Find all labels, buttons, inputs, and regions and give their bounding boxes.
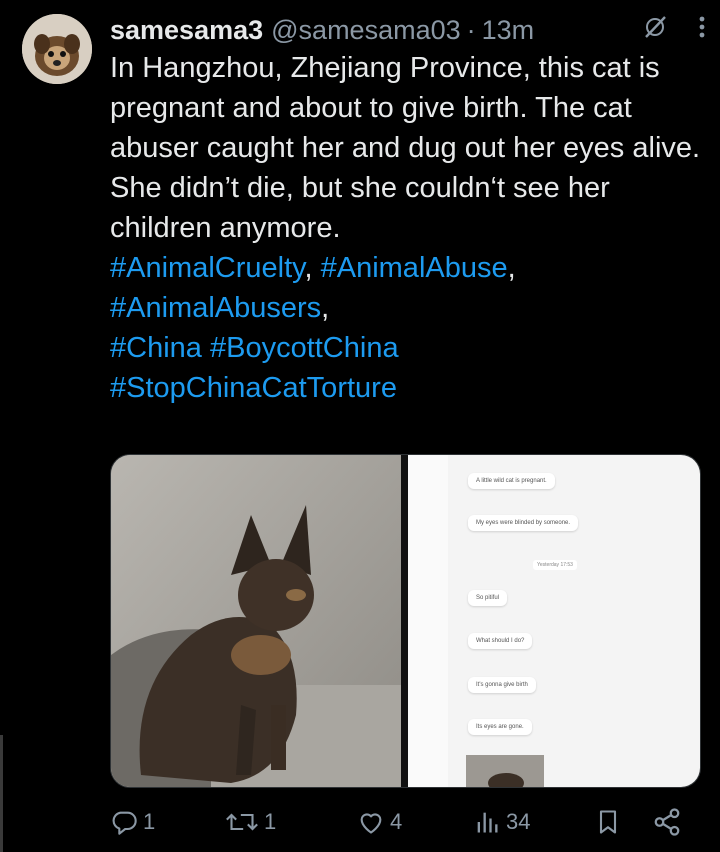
hashtag-comma: , <box>321 292 330 324</box>
hashtag-line-2: #AnimalAbusers, <box>110 288 710 328</box>
hashtag-line-4: #StopChinaCatTorture <box>110 368 710 408</box>
user-handle[interactable]: @samesama03 <box>271 15 461 46</box>
share-button[interactable] <box>652 802 682 842</box>
scrollbar-track <box>0 735 3 852</box>
like-button[interactable]: 4 <box>357 802 402 842</box>
chat-bubble: What should I do? <box>468 633 533 649</box>
hashtag-animal-abuse[interactable]: #AnimalAbuse <box>321 252 508 284</box>
chat-bubble: Its eyes are gone. <box>468 719 532 735</box>
tweet-paragraph-2: She didn’t die, but she couldn‘t see her… <box>110 172 610 244</box>
hashtag-comma: , <box>304 252 313 284</box>
hashtag-china[interactable]: #China <box>110 332 202 364</box>
views-button[interactable]: 34 <box>473 802 530 842</box>
chat-bubble: My eyes were blinded by someone. <box>468 515 579 531</box>
bookmark-icon <box>599 810 617 834</box>
hashtag-line-3: #China #BoycottChina <box>110 328 710 368</box>
grok-icon[interactable] <box>642 14 668 40</box>
share-icon <box>654 808 680 836</box>
display-name[interactable]: samesama3 <box>110 15 263 46</box>
avatar-dog-image <box>22 14 92 84</box>
timestamp[interactable]: 13m <box>482 15 535 46</box>
chat-bubble: A little wild cat is pregnant. <box>468 473 555 489</box>
bookmark-button[interactable] <box>594 802 622 842</box>
cat-image <box>111 455 401 787</box>
hashtag-animal-cruelty[interactable]: #AnimalCruelty <box>110 252 304 284</box>
repost-button[interactable]: 1 <box>225 802 276 842</box>
views-icon <box>477 812 498 833</box>
hashtag-boycott-china[interactable]: #BoycottChina <box>210 332 399 364</box>
hashtag-stop-china-cat-torture[interactable]: #StopChinaCatTorture <box>110 372 397 404</box>
reply-count: 1 <box>143 809 156 834</box>
avatar[interactable] <box>22 14 92 84</box>
separator-dot: · <box>466 14 476 45</box>
chat-sidebar <box>408 455 448 787</box>
tweet-text: In Hangzhou, Zhejiang Province, this cat… <box>110 48 710 408</box>
more-icon[interactable] <box>698 14 706 40</box>
heart-icon <box>360 813 382 834</box>
tweet-header: samesama3 @samesama03 · 13m <box>110 10 706 50</box>
hashtag-animal-abusers[interactable]: #AnimalAbusers <box>110 292 321 324</box>
chat-bubble: It's gonna give birth <box>468 677 536 693</box>
action-bar: 1 1 4 34 <box>110 802 700 842</box>
media-grid: A little wild cat is pregnant. My eyes w… <box>110 454 701 788</box>
like-count: 4 <box>390 809 403 834</box>
reply-button[interactable]: 1 <box>110 802 155 842</box>
chat-screenshot[interactable]: A little wild cat is pregnant. My eyes w… <box>408 455 700 787</box>
reply-icon <box>112 811 137 835</box>
cat-photo[interactable] <box>111 455 401 787</box>
views-count: 34 <box>506 809 531 834</box>
tweet-paragraph-1: In Hangzhou, Zhejiang Province, this cat… <box>110 52 701 164</box>
hashtag-comma: , <box>507 252 516 284</box>
repost-icon <box>226 813 258 831</box>
chat-thumbnail <box>466 755 544 787</box>
chat-timestamp: Yesterday 17:53 <box>533 560 577 570</box>
repost-count: 1 <box>264 809 277 834</box>
hashtag-line-1: #AnimalCruelty, #AnimalAbuse, <box>110 248 710 288</box>
chat-bubble: So pitiful <box>468 590 508 606</box>
